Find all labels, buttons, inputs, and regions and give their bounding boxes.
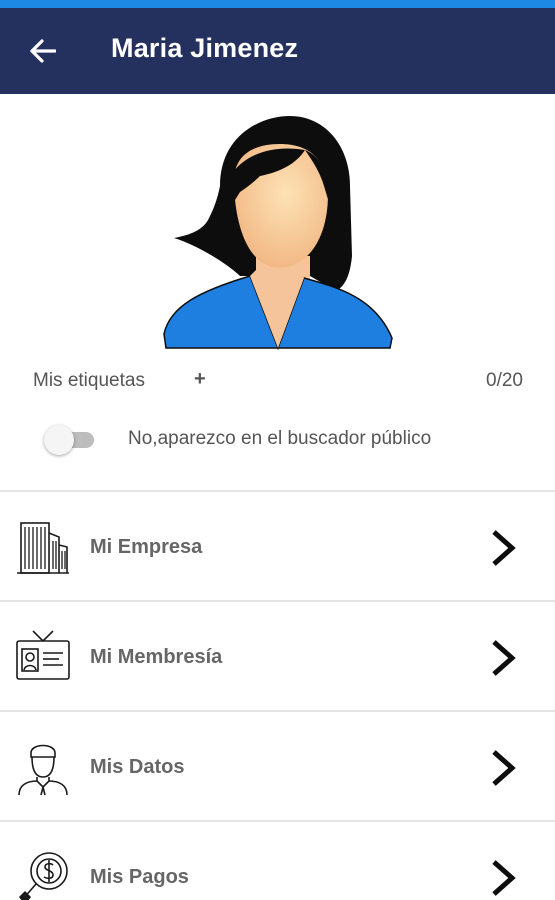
building-icon <box>17 522 69 574</box>
public-search-toggle-label: No,aparezco en el buscador público <box>128 428 432 449</box>
menu-item-label: Mi Membresía <box>90 646 223 668</box>
menu-item-label: Mis Pagos <box>90 866 189 888</box>
app-bar: Maria Jimenez <box>0 8 555 94</box>
menu-item-mis-datos[interactable]: Mis Datos <box>0 710 555 820</box>
chevron-right-icon <box>492 530 516 566</box>
arrow-left-icon <box>30 39 56 63</box>
chevron-right-icon <box>492 860 516 896</box>
tags-label: Mis etiquetas <box>33 370 145 391</box>
menu-item-label: Mi Empresa <box>90 536 203 558</box>
add-tag-button[interactable]: + <box>194 368 206 391</box>
menu-item-mis-pagos[interactable]: Mis Pagos <box>0 820 555 900</box>
chevron-right-icon <box>492 640 516 676</box>
status-strip <box>0 0 555 8</box>
avatar[interactable] <box>160 116 396 352</box>
back-button[interactable] <box>26 35 60 67</box>
page-title: Maria Jimenez <box>111 33 299 63</box>
payments-search-icon <box>19 852 68 900</box>
menu-item-mi-membresia[interactable]: Mi Membresía <box>0 600 555 710</box>
chevron-right-icon <box>492 750 516 786</box>
user-profile-icon <box>18 744 68 796</box>
menu-item-label: Mis Datos <box>90 756 185 778</box>
menu-item-mi-empresa[interactable]: Mi Empresa <box>0 490 555 600</box>
toggle-thumb <box>44 425 74 455</box>
public-search-toggle[interactable] <box>44 424 98 456</box>
tags-count: 0/20 <box>486 370 523 391</box>
profile-menu: Mi Empresa Mi Membresía Mis Datos Mis Pa… <box>0 490 555 900</box>
id-card-icon <box>16 630 70 680</box>
